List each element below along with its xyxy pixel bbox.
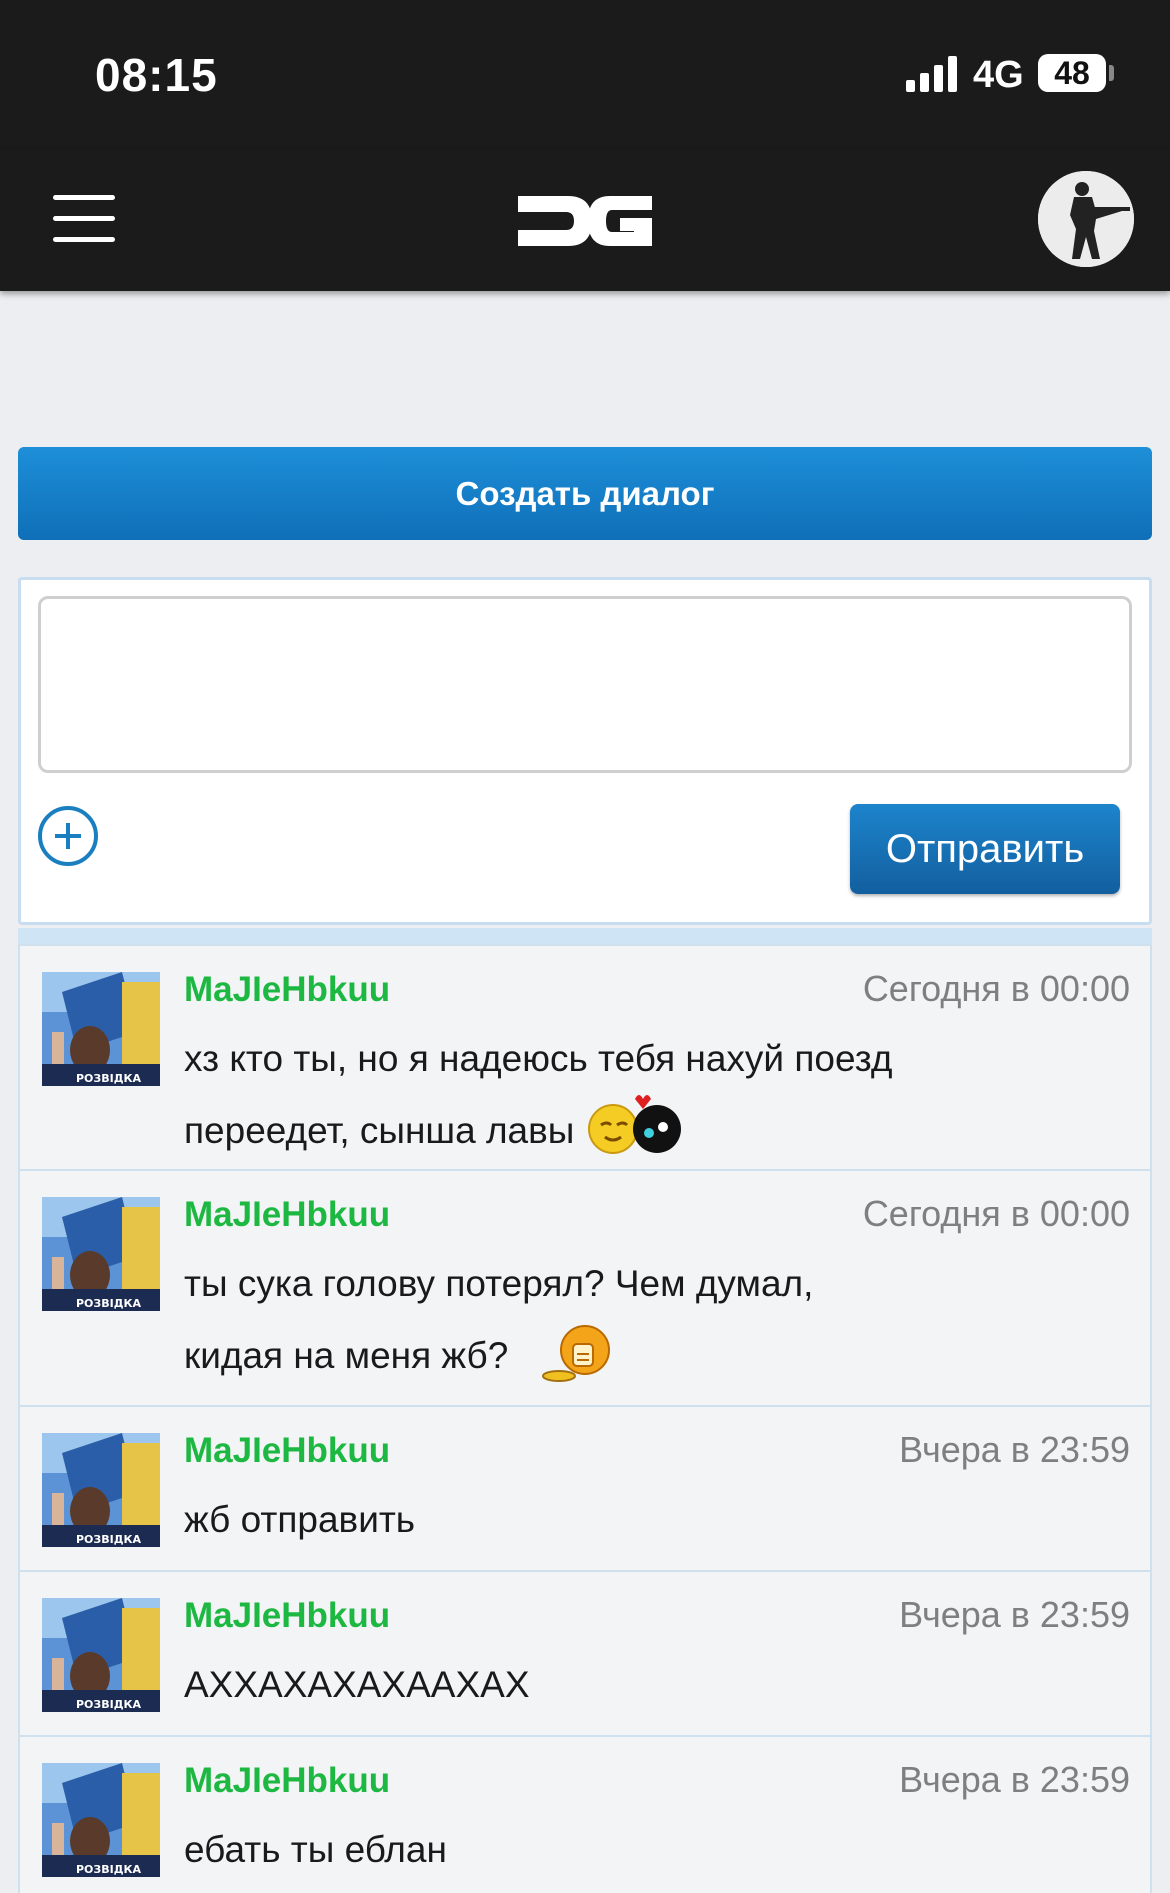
message-author[interactable]: MaJIeHbkuu [184,1195,390,1235]
battery-icon: 48 [1038,54,1106,92]
avatar-caption: РОЗВІДКА [76,1698,141,1711]
list-item: РОЗВІДКА MaJIeHbkuu Вчера в 23:59 АХХАХА… [18,1572,1152,1737]
soldier-avatar-icon [1038,171,1134,267]
message-body: хз кто ты, но я надеюсь тебя нахуй поезд… [184,1038,893,1151]
message-author[interactable]: MaJIeHbkuu [184,1761,390,1801]
message-body: ты сука голову потерял? Чем думал, кидая… [184,1263,814,1376]
create-dialog-button[interactable]: Создать диалог [18,447,1152,540]
hamburger-menu-icon[interactable] [53,195,115,243]
message-author[interactable]: MaJIeHbkuu [184,1431,390,1471]
list-item: РОЗВІДКА MaJIeHbkuu Вчера в 23:59 ебать … [18,1737,1152,1893]
message-time: Вчера в 23:59 [899,1429,1130,1470]
message-text: ты сука голову потерял? Чем думал, кидая… [184,1253,904,1402]
status-bar: 08:15 4G 48 [0,0,1170,150]
message-author[interactable]: MaJIeHbkuu [184,970,390,1010]
avatar[interactable]: РОЗВІДКА [42,1197,160,1311]
dg-logo-icon [518,196,652,246]
list-item: РОЗВІДКА MaJIeHbkuu Сегодня в 00:00 ты с… [18,1171,1152,1407]
status-time: 08:15 [95,49,218,101]
plus-circle-icon[interactable] [38,806,98,866]
list-item: РОЗВІДКА MaJIeHbkuu Сегодня в 00:00 хз к… [18,944,1152,1171]
list-item: РОЗВІДКА MaJIeHbkuu Вчера в 23:59 жб отп… [18,1407,1152,1572]
avatar-caption: РОЗВІДКА [76,1533,141,1546]
message-text: АХХАХАХАХААХАХ [184,1664,530,1705]
network-type: 4G [973,54,1024,96]
headless-smiley-icon [539,1314,619,1402]
message-author[interactable]: MaJIeHbkuu [184,1596,390,1636]
dg-logo[interactable] [510,176,660,266]
message-input[interactable] [38,596,1132,773]
avatar-caption: РОЗВІДКА [76,1297,141,1310]
message-time: Вчера в 23:59 [899,1594,1130,1635]
message-time: Вчера в 23:59 [899,1759,1130,1800]
avatar-caption: РОЗВІДКА [76,1863,141,1876]
message-list: РОЗВІДКА MaJIeHbkuu Сегодня в 00:00 хз к… [18,944,1152,1893]
battery-tip [1109,65,1114,81]
message-text: жб отправить [184,1499,416,1540]
message-composer: Отправить [18,577,1152,925]
divider-strip [18,928,1152,944]
message-text: хз кто ты, но я надеюсь тебя нахуй поезд… [184,1028,904,1177]
user-avatar[interactable] [1038,171,1134,267]
avatar[interactable]: РОЗВІДКА [42,1598,160,1712]
send-button[interactable]: Отправить [850,804,1120,894]
avatar[interactable]: РОЗВІДКА [42,1763,160,1877]
avatar[interactable]: РОЗВІДКА [42,1433,160,1547]
site-header [0,150,1170,291]
message-time: Сегодня в 00:00 [862,1193,1130,1234]
kiss-smiley-icon [585,1089,685,1177]
signal-icon [906,56,960,92]
avatar[interactable]: РОЗВІДКА [42,972,160,1086]
message-time: Сегодня в 00:00 [862,968,1130,1009]
avatar-caption: РОЗВІДКА [76,1072,141,1085]
message-text: ебать ты еблан [184,1829,447,1870]
